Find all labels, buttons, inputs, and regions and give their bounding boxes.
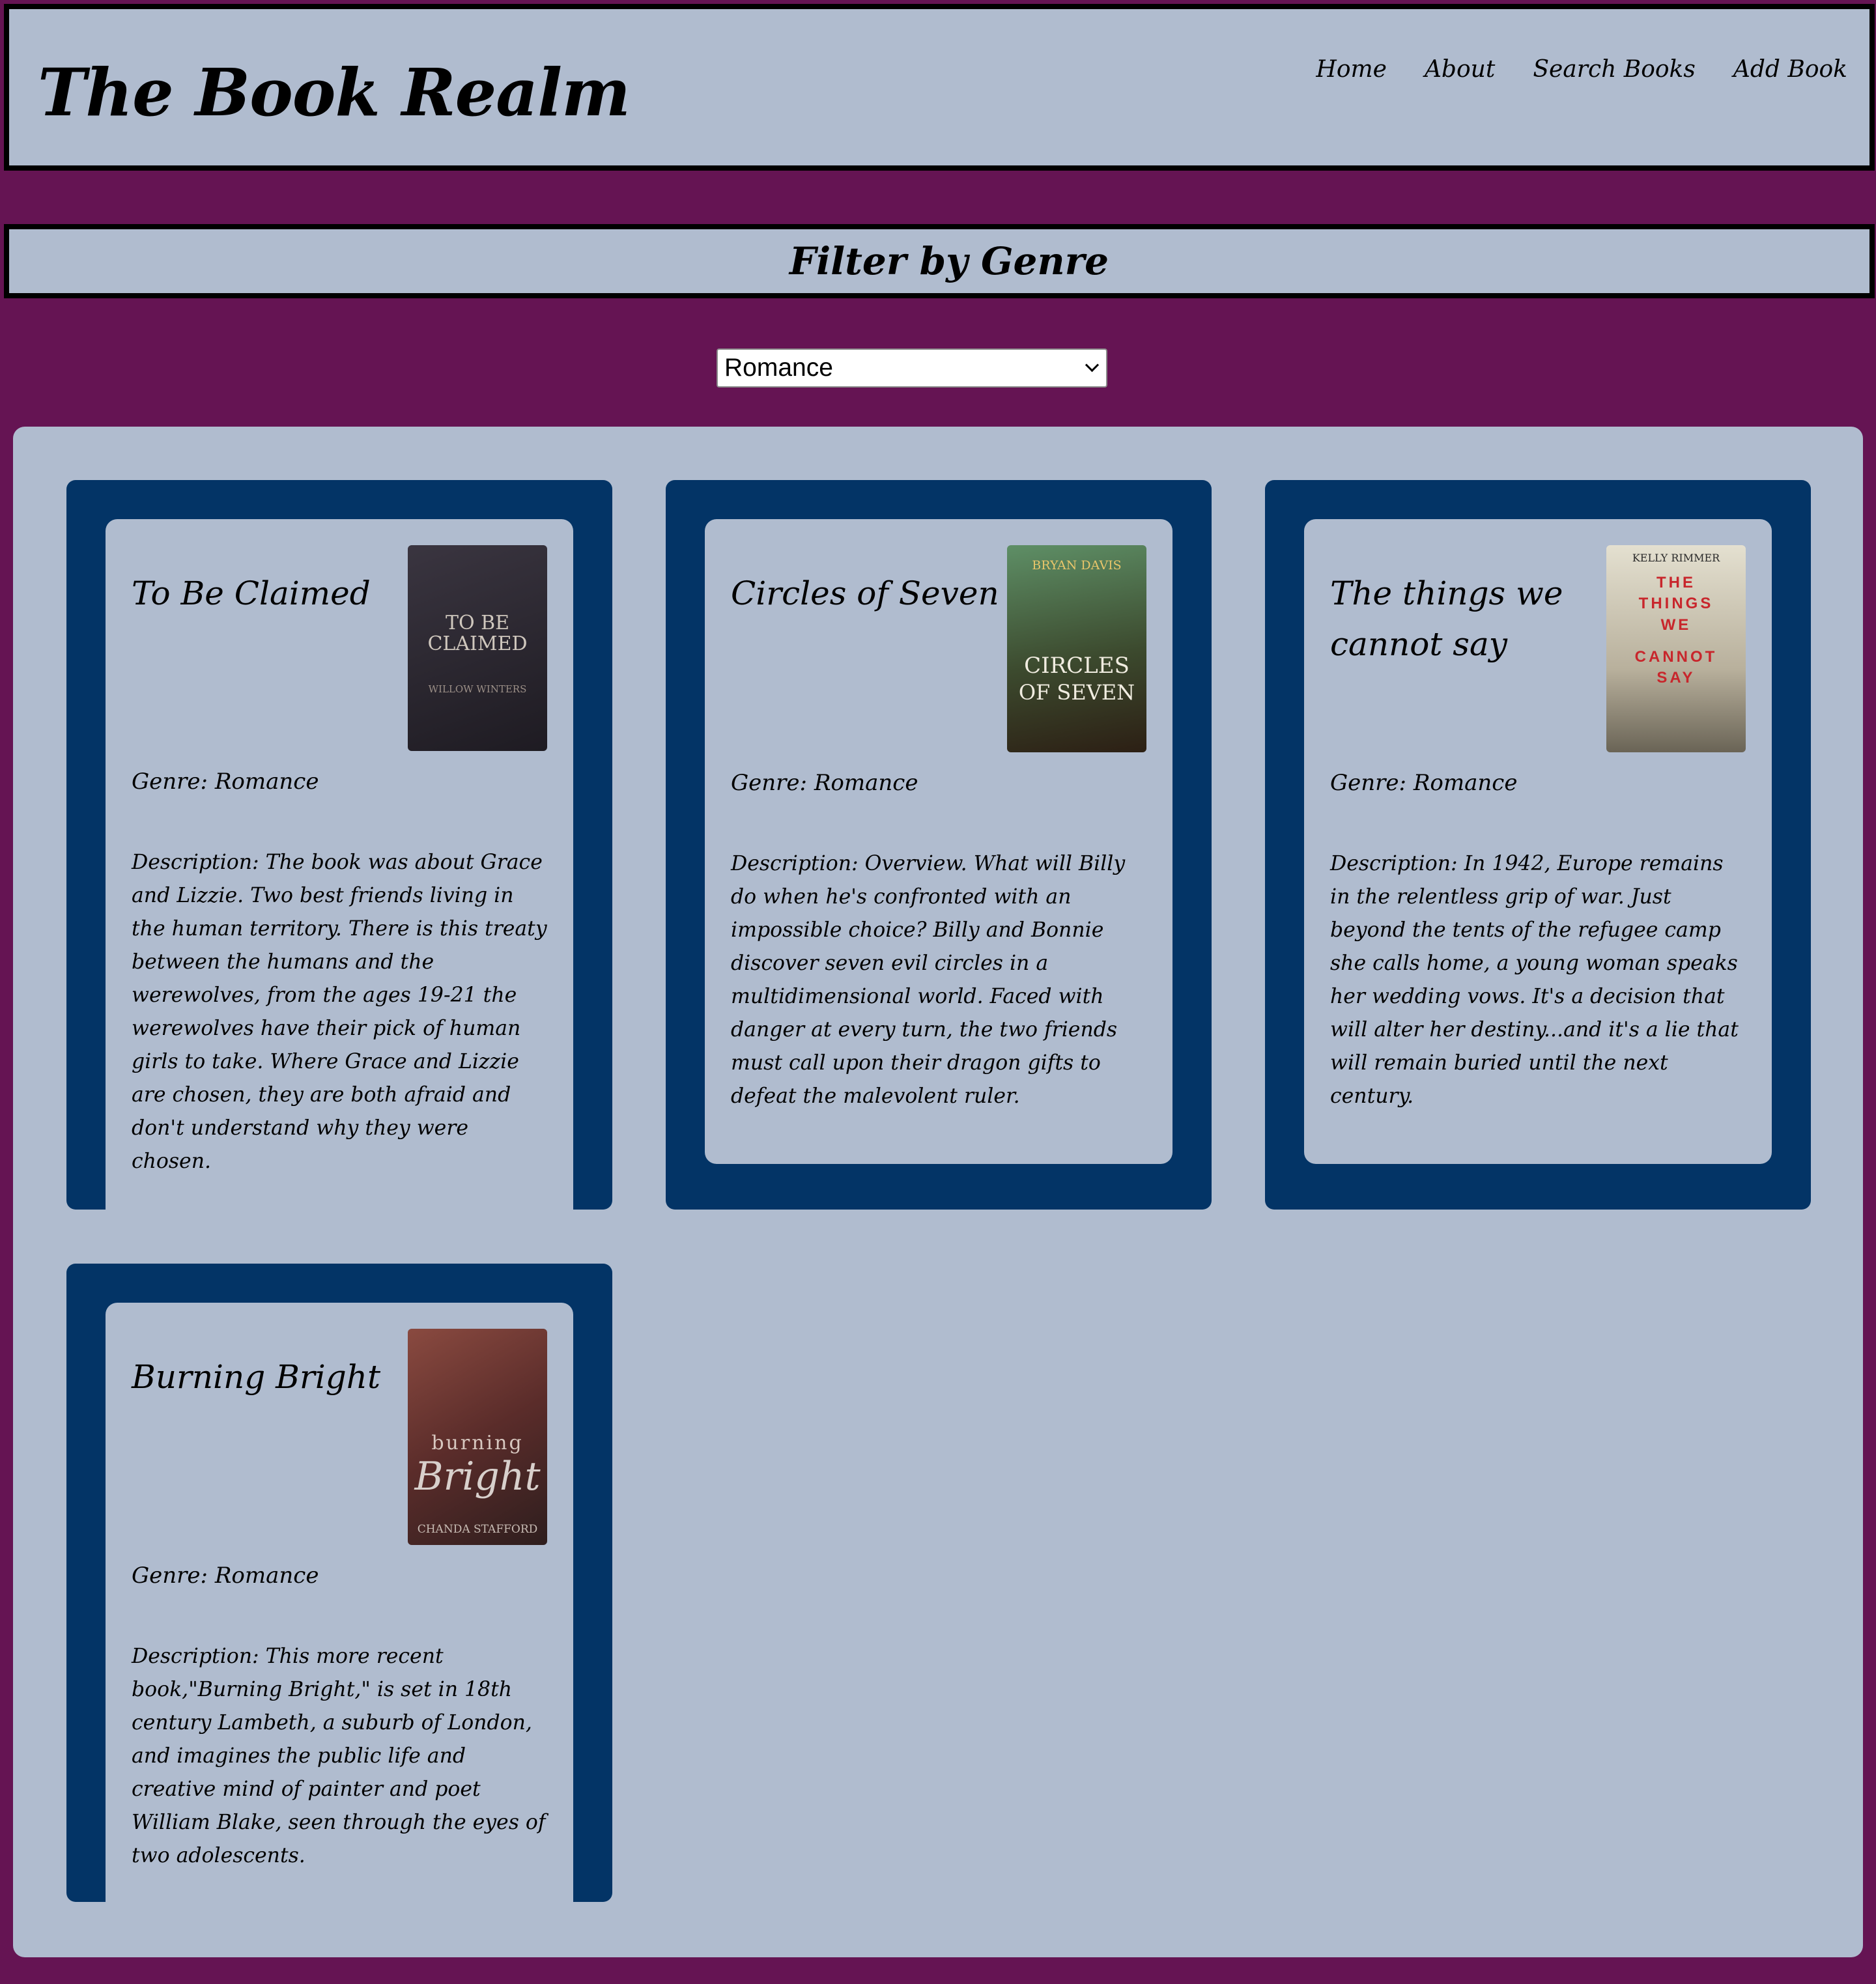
site-header: The Book Realm Home About Search Books A… (4, 4, 1875, 171)
book-description: Description: Overview. What will Billy d… (731, 851, 1126, 1108)
filter-bar: Filter by Genre (4, 224, 1875, 298)
nav-about-link[interactable]: About (1425, 56, 1495, 83)
cover-author: KELLY RIMMER (1632, 552, 1720, 564)
book-cover-image: TO BE CLAIMED WILLOW WINTERS (408, 545, 547, 751)
book-card-body: Circles of Seven BRYAN DAVIS CIRCLES OF … (705, 519, 1172, 1164)
cover-author: CHANDA STAFFORD (417, 1523, 538, 1536)
nav-search-books-link[interactable]: Search Books (1533, 56, 1696, 83)
book-list: To Be Claimed TO BE CLAIMED WILLOW WINTE… (13, 427, 1863, 1957)
book-title: To Be Claimed (132, 574, 371, 612)
book-description: Description: In 1942, Europe remains in … (1330, 851, 1739, 1108)
genre-select-value: Romance (724, 354, 833, 382)
book-cover-image: KELLY RIMMER THE THINGS WE CANNOT SAY (1606, 545, 1746, 752)
cover-title-line-1: TO BE (445, 612, 510, 634)
book-cover-image: burning Bright CHANDA STAFFORD (408, 1329, 547, 1545)
cover-title-line-1: CIRCLES (1024, 653, 1130, 679)
cover-author: BRYAN DAVIS (1032, 558, 1122, 573)
nav-add-book-link[interactable]: Add Book (1733, 56, 1847, 83)
book-description: Description: This more recent book,"Burn… (132, 1644, 546, 1867)
chevron-down-icon (1085, 358, 1100, 373)
genre-select[interactable]: Romance (717, 348, 1107, 388)
book-genre: Genre: Romance (132, 769, 319, 795)
book-genre: Genre: Romance (1330, 770, 1518, 796)
cover-title-line-2: Bright (414, 1454, 541, 1499)
book-card-body: To Be Claimed TO BE CLAIMED WILLOW WINTE… (106, 519, 573, 1229)
filter-heading: Filter by Genre (789, 239, 1109, 283)
book-card: To Be Claimed TO BE CLAIMED WILLOW WINTE… (66, 480, 612, 1229)
book-genre: Genre: Romance (132, 1563, 319, 1589)
book-genre: Genre: Romance (731, 770, 918, 796)
book-title: The things we cannot say (1330, 574, 1563, 663)
book-cover-image: BRYAN DAVIS CIRCLES OF SEVEN (1007, 545, 1146, 752)
site-title[interactable]: The Book Realm (38, 60, 631, 125)
book-card: Burning Bright burning Bright CHANDA STA… (66, 1264, 612, 1923)
book-title: Burning Bright (132, 1358, 381, 1396)
book-card: The things we cannot say KELLY RIMMER TH… (1265, 480, 1811, 1210)
book-card: Circles of Seven BRYAN DAVIS CIRCLES OF … (666, 480, 1212, 1210)
cover-title-line-2: OF SEVEN (1018, 680, 1135, 705)
cover-title-line-2: CANNOT SAY (1634, 648, 1718, 687)
book-card-body: The things we cannot say KELLY RIMMER TH… (1304, 519, 1772, 1164)
book-card-body: Burning Bright burning Bright CHANDA STA… (106, 1303, 573, 1923)
book-title: Circles of Seven (731, 574, 999, 612)
cover-author: WILLOW WINTERS (428, 683, 527, 695)
nav-home-link[interactable]: Home (1316, 56, 1387, 83)
cover-title-line-1: THE THINGS WE (1638, 574, 1714, 634)
main-nav: Home About Search Books Add Book (1316, 56, 1847, 83)
book-description: Description: The book was about Grace an… (132, 850, 547, 1173)
cover-title-line-2: CLAIMED (427, 632, 528, 655)
cover-title-line-1: burning (431, 1432, 524, 1454)
